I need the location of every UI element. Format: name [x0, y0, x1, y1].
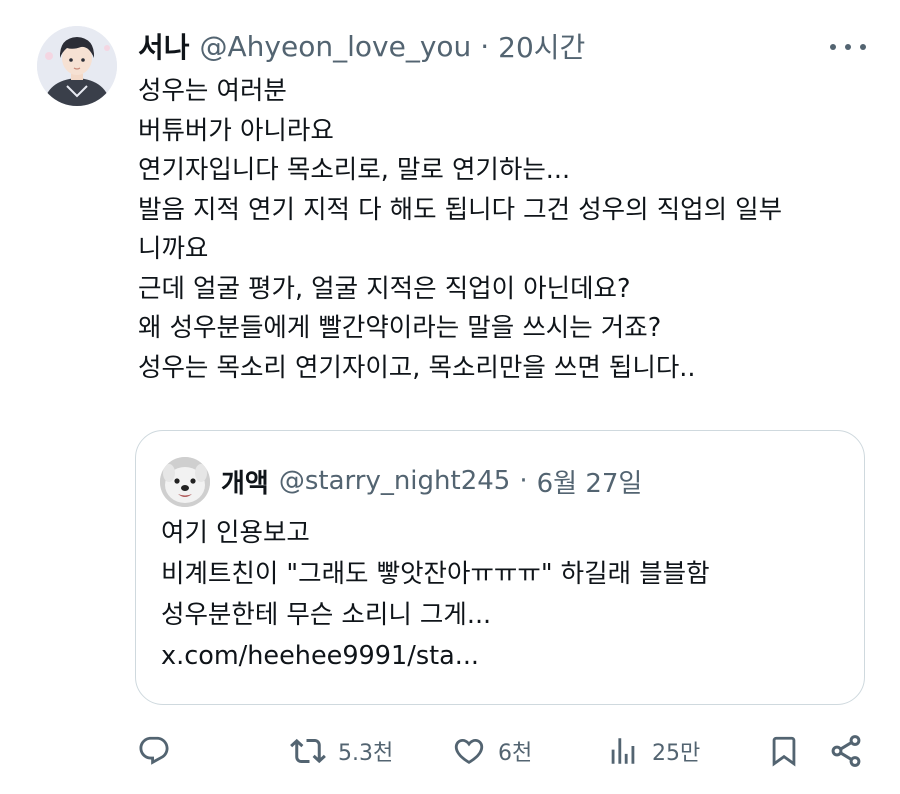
tweet[interactable]: 서나 @Ahyeon_love_you · 20시간 성우는 여러분 버튜버가 … [0, 0, 900, 794]
share-icon [831, 735, 861, 767]
dog-avatar-illustration [160, 457, 210, 507]
tweet-text-line: 근데 얼굴 평가, 얼굴 지적은 직업이 아닌데요? [138, 273, 631, 304]
quoted-header-separator: · [519, 466, 528, 496]
quoted-author-handle: @starry_night245 [278, 466, 511, 496]
share-button[interactable] [828, 725, 864, 777]
quoted-tweet-timestamp: 6월 27일 [536, 468, 643, 499]
views-icon [611, 738, 635, 764]
heart-icon [454, 738, 484, 764]
views-count: 25만 [652, 741, 701, 766]
tweet-timestamp[interactable]: 20시간 [498, 26, 585, 66]
more-dot [845, 44, 851, 50]
more-dot [860, 44, 866, 50]
tweet-text-line: 왜 성우분들에게 빨간약이라는 말을 쓰시는 거죠? [138, 313, 662, 343]
reply-icon [139, 736, 169, 765]
quoted-author-avatar [160, 457, 210, 507]
more-dot [830, 44, 836, 50]
action-bar: 5.3천 6천 25만 [0, 725, 900, 777]
quoted-tweet-header: 개액 @starry_night245 · 6월 27일 [221, 461, 642, 501]
retweet-icon [290, 738, 326, 764]
bookmark-button[interactable] [767, 725, 801, 777]
quoted-tweet-card[interactable]: 개액 @starry_night245 · 6월 27일 여기 인용보고 비계트… [135, 430, 865, 705]
tweet-text-line: 성우는 여러분 [138, 76, 287, 106]
quoted-author-name: 개액 [221, 468, 269, 499]
author-name[interactable]: 서나 [138, 26, 190, 66]
quoted-tweet-text: 여기 인용보고 비계트친이 "그래도 빻앗잔아ㅠㅠㅠ" 하길래 블블함 성우분한… [161, 513, 851, 677]
avatar-illustration [37, 26, 117, 106]
like-button[interactable]: 6천 [452, 725, 532, 777]
header-separator: · [480, 29, 490, 63]
bookmark-icon [772, 736, 796, 767]
more-icon[interactable] [830, 36, 866, 58]
tweet-text-line: 버튜버가 아니라요 [138, 115, 334, 146]
views-button[interactable]: 25만 [606, 725, 700, 777]
quoted-text-line: 여기 인용보고 [161, 518, 310, 548]
quoted-text-line: 비계트친이 "그래도 빻앗잔아ㅠㅠㅠ" 하길래 블블함 [161, 559, 710, 589]
tweet-text-line: 성우는 목소리 연기자이고, 목소리만을 쓰면 됩니다.. [138, 352, 696, 383]
tweet-text: 성우는 여러분 버튜버가 아니라요 연기자입니다 목소리로, 말로 연기하는..… [138, 72, 878, 388]
retweet-button[interactable]: 5.3천 [290, 725, 393, 777]
quoted-link: x.com/heehee9991/sta... [161, 641, 480, 671]
like-count: 6천 [498, 741, 533, 766]
tweet-text-line: 니까요 [138, 234, 209, 264]
author-handle[interactable]: @Ahyeon_love_you [200, 30, 472, 63]
tweet-text-line: 발음 지적 연기 지적 다 해도 됩니다 그건 성우의 직업의 일부 [138, 194, 783, 225]
author-avatar[interactable] [37, 26, 117, 106]
tweet-header: 서나 @Ahyeon_love_you · 20시간 [138, 24, 585, 68]
retweet-count: 5.3천 [338, 741, 394, 766]
reply-button[interactable] [137, 725, 171, 777]
tweet-text-line: 연기자입니다 목소리로, 말로 연기하는... [138, 155, 571, 185]
quoted-text-line: 성우분한테 무슨 소리니 그게... [161, 600, 492, 630]
